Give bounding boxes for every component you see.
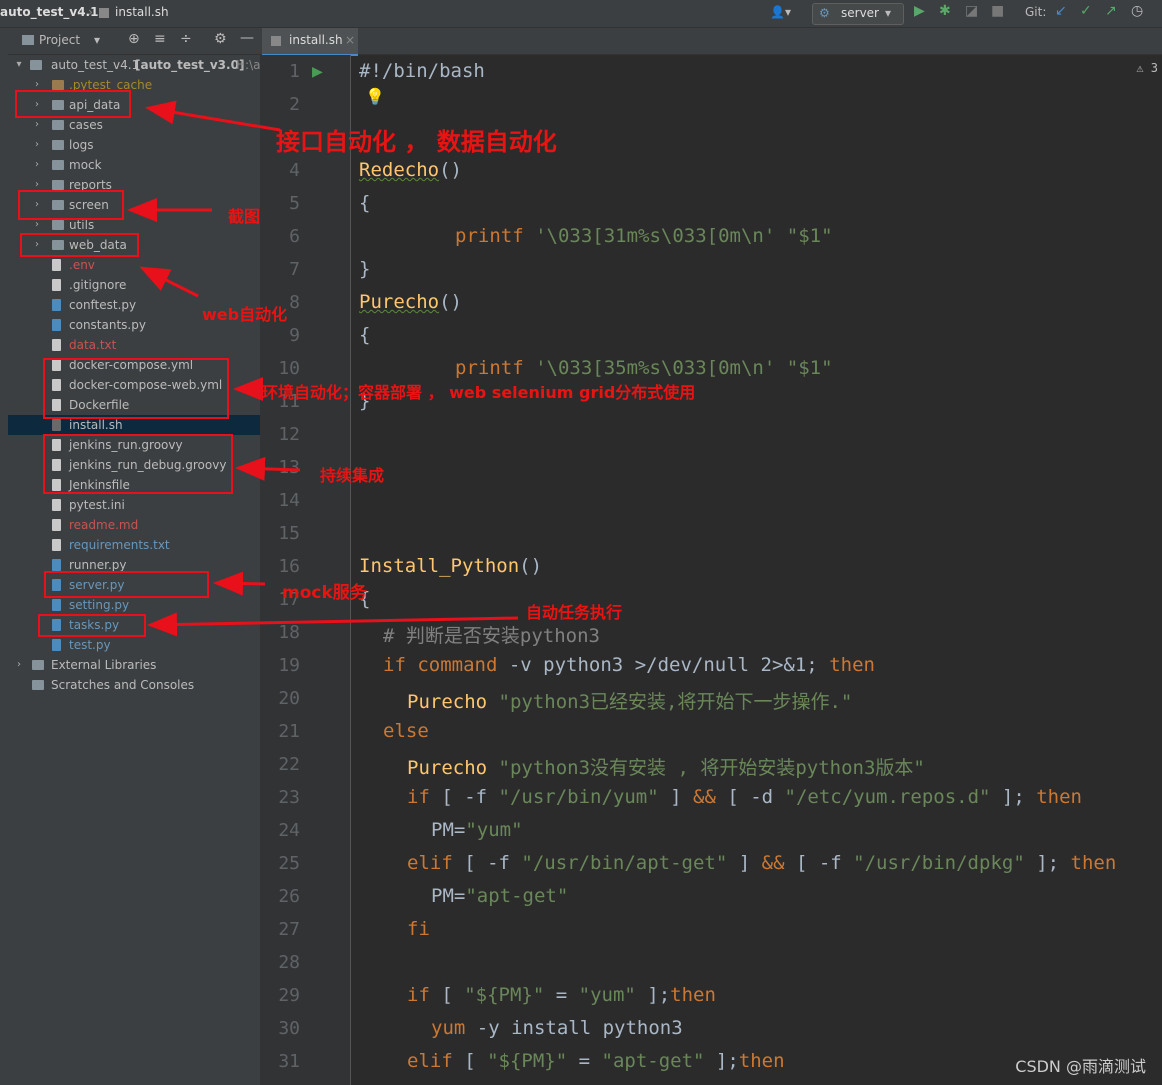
- annotation-jenkins: 持续集成: [320, 466, 385, 485]
- annotation-arrows: [127, 100, 519, 637]
- annotation-screen: 截图: [228, 207, 261, 226]
- annotation-api: 接口自动化 ， 数据自动化: [276, 128, 557, 156]
- watermark: CSDN @雨滴测试: [1015, 1057, 1146, 1076]
- annotation-mock: mock服务: [282, 583, 367, 603]
- annotation-tasks: 自动任务执行: [526, 603, 623, 622]
- annotation-web: web自动化: [202, 305, 288, 324]
- annotation-docker: 环境自动化；容器部署 ， web selenium grid分布式使用: [262, 383, 696, 402]
